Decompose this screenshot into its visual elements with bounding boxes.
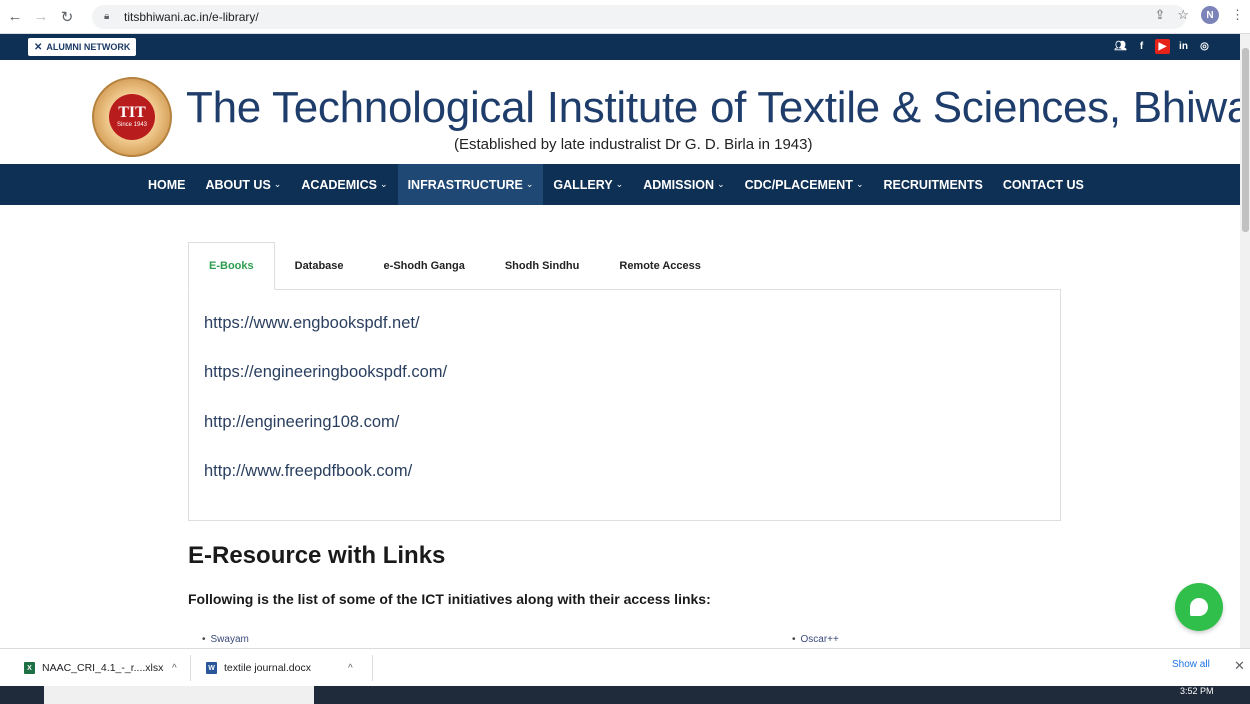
url-text: titsbhiwani.ac.in/e-library/ [124, 10, 259, 24]
chevron-up-icon[interactable]: ^ [348, 663, 353, 674]
tab-e-shodh-ganga[interactable]: e-Shodh Ganga [364, 242, 485, 290]
ebook-link[interactable]: https://www.engbookspdf.net/ [204, 314, 420, 333]
nav-item-label: RECRUITMENTS [883, 177, 983, 192]
nav-item-academics[interactable]: ACADEMICS ⌄ [291, 164, 397, 205]
youtube-icon[interactable]: ▶ [1155, 39, 1170, 54]
nav-item-label: INFRASTRUCTURE [407, 177, 523, 192]
download-filename: NAAC_CRI_4.1_-_r....xlsx [42, 662, 164, 674]
eresource-item-label: Swayam [210, 634, 249, 645]
eresource-item[interactable]: • Oscar++ [792, 634, 839, 645]
download-filename: textile journal.docx [224, 662, 311, 674]
nav-item-label: CONTACT US [1002, 177, 1084, 192]
eresource-description: Following is the list of some of the ICT… [188, 591, 711, 607]
chevron-down-icon: ⌄ [525, 179, 534, 189]
excel-file-icon: X [24, 662, 35, 674]
ebooks-panel: https://www.engbookspdf.net/ https://eng… [188, 289, 1061, 521]
tab-e-books[interactable]: E-Books [188, 242, 275, 290]
divider [190, 655, 191, 681]
back-arrow-icon[interactable]: ← [4, 6, 26, 28]
tab-remote-access[interactable]: Remote Access [599, 242, 721, 290]
tab-label: Remote Access [619, 260, 701, 272]
eresource-item-label: Oscar++ [800, 634, 839, 645]
tab-shodh-sindhu[interactable]: Shodh Sindhu [485, 242, 600, 290]
chevron-down-icon: ⌄ [273, 179, 282, 189]
alumni-network-button[interactable]: ✕ ALUMNI NETWORK [28, 38, 137, 56]
show-all-button[interactable]: Show all [1172, 659, 1210, 670]
bookmark-star-icon[interactable]: ☆ [1177, 7, 1189, 23]
logo-text: TIT [118, 104, 146, 121]
eresource-heading: E-Resource with Links [188, 542, 446, 569]
chevron-down-icon: ⌄ [615, 179, 624, 189]
forward-arrow-icon[interactable]: → [30, 6, 52, 28]
nav-item-gallery[interactable]: GALLERY ⌄ [543, 164, 633, 205]
tab-database[interactable]: Database [275, 242, 364, 290]
chat-bubble-icon [1190, 598, 1208, 616]
library-tabs: E-Books Database e-Shodh Ganga Shodh Sin… [188, 242, 721, 290]
linkedin-icon[interactable]: in [1176, 39, 1191, 54]
logo-since: Since 1943 [116, 122, 148, 128]
browser-actions: ⇪ ☆ N ⋮ [1154, 6, 1244, 24]
network-icon: ✕ [34, 41, 43, 53]
nav-item-infrastructure[interactable]: INFRASTRUCTURE ⌄ [397, 164, 544, 205]
nav-item-cdc-placement[interactable]: CDC/PLACEMENT ⌄ [735, 164, 874, 205]
nav-item-label: HOME [148, 177, 186, 192]
taskbar-clock: 3:52 PM [1180, 686, 1214, 696]
tab-label: Database [294, 260, 344, 272]
close-icon[interactable]: ✕ [1234, 658, 1245, 674]
group-icon[interactable]: 👥︎ [1113, 39, 1128, 54]
nav-item-recruitments[interactable]: RECRUITMENTS [874, 164, 993, 205]
chevron-up-icon[interactable]: ^ [172, 663, 177, 674]
top-strip: ✕ ALUMNI NETWORK 👥︎ f ▶ in ◎ [0, 34, 1240, 60]
chat-widget-button[interactable] [1175, 583, 1223, 631]
profile-avatar[interactable]: N [1201, 6, 1219, 24]
download-item[interactable]: X NAAC_CRI_4.1_-_r....xlsx ^ [24, 649, 177, 687]
chevron-down-icon: ⌄ [380, 179, 388, 189]
chevron-down-icon: ⌄ [717, 179, 725, 189]
taskbar-search-box[interactable] [44, 686, 314, 704]
reload-icon[interactable]: ↻ [56, 6, 78, 28]
nav-item-label: ACADEMICS [301, 177, 378, 192]
nav-item-admission[interactable]: ADMISSION ⌄ [633, 164, 734, 205]
facebook-icon[interactable]: f [1134, 39, 1149, 54]
nav-item-home[interactable]: HOME [138, 164, 196, 205]
nav-item-label: GALLERY [553, 177, 613, 192]
browser-toolbar: ← → ↻ 🔒︎ titsbhiwani.ac.in/e-library/ ⇪ … [0, 0, 1250, 34]
bullet-icon: • [202, 634, 206, 645]
scrollbar-thumb[interactable] [1242, 48, 1249, 232]
tab-label: E-Books [209, 260, 254, 272]
address-bar[interactable]: 🔒︎ titsbhiwani.ac.in/e-library/ [92, 5, 1186, 29]
ebook-link[interactable]: http://www.freepdfbook.com/ [204, 462, 412, 481]
site-subtitle: (Established by late industralist Dr G. … [454, 136, 813, 153]
social-links: 👥︎ f ▶ in ◎ [1113, 39, 1212, 54]
os-taskbar: 3:52 PM [0, 686, 1250, 704]
divider [372, 655, 373, 681]
downloads-bar: X NAAC_CRI_4.1_-_r....xlsx ^ W textile j… [0, 648, 1250, 686]
alumni-network-label: ALUMNI NETWORK [46, 42, 131, 52]
word-file-icon: W [206, 662, 217, 674]
nav-item-contact-us[interactable]: CONTACT US [993, 164, 1094, 205]
bullet-icon: • [792, 634, 796, 645]
download-item[interactable]: W textile journal.docx ^ [206, 649, 353, 687]
lock-icon: 🔒︎ [104, 11, 110, 22]
instagram-icon[interactable]: ◎ [1197, 39, 1212, 54]
institute-logo[interactable]: TIT Since 1943 [92, 77, 172, 157]
main-navigation: HOME ABOUT US ⌄ ACADEMICS ⌄ INFRASTRUCTURE… [0, 164, 1240, 205]
tab-label: e-Shodh Ganga [383, 260, 465, 272]
tab-label: Shodh Sindhu [504, 260, 580, 272]
nav-item-label: ADMISSION [643, 177, 715, 192]
site-title: The Technological Institute of Textile &… [186, 83, 1250, 132]
ebook-link[interactable]: http://engineering108.com/ [204, 413, 399, 432]
site-header: TIT Since 1943 The Technological Institu… [0, 60, 1250, 164]
share-icon[interactable]: ⇪ [1154, 7, 1165, 23]
ebook-link[interactable]: https://engineeringbookspdf.com/ [204, 363, 447, 382]
nav-item-label: CDC/PLACEMENT [744, 177, 853, 192]
logo-seal: TIT Since 1943 [109, 94, 155, 140]
chevron-down-icon: ⌄ [855, 179, 864, 189]
nav-item-label: ABOUT US [205, 177, 271, 192]
eresource-item[interactable]: • Swayam [202, 634, 249, 645]
nav-item-about-us[interactable]: ABOUT US ⌄ [196, 164, 292, 205]
menu-kebab-icon[interactable]: ⋮ [1231, 7, 1244, 23]
